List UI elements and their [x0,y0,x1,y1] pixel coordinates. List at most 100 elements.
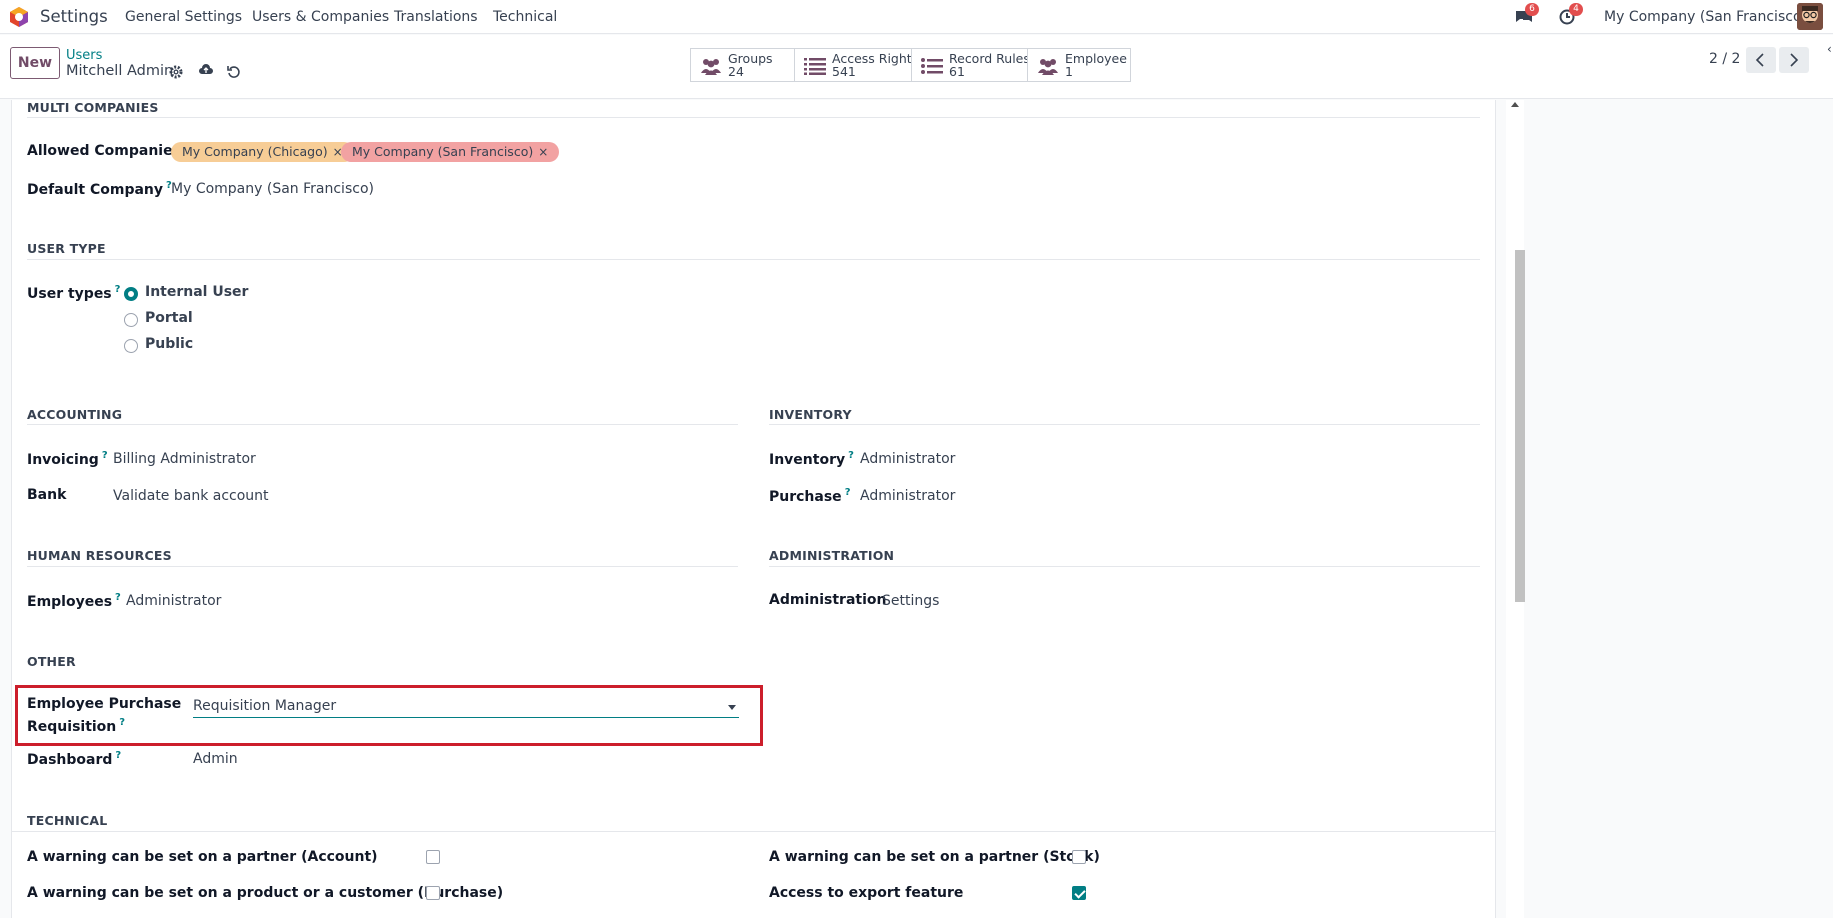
menu-general-settings[interactable]: General Settings [125,9,242,25]
employees-label: Employees? [27,592,121,610]
app-name[interactable]: Settings [40,7,108,26]
activities-badge: 4 [1569,3,1583,16]
administration-label: Administration [769,592,887,608]
help-tooltip-icon[interactable]: ? [845,487,851,498]
section-title-technical: TECHNICAL [27,813,108,828]
messages-badge: 6 [1525,3,1539,16]
help-tooltip-icon[interactable]: ? [115,592,121,603]
caret-down-icon[interactable] [728,705,736,710]
employee-label: Employee [1065,51,1127,66]
section-title-multi-companies: MULTI COMPANIES [27,100,159,115]
section-divider [769,424,1480,425]
company-tag-san-francisco[interactable]: My Company (San Francisco) × [341,142,560,162]
menu-users-companies[interactable]: Users & Companies [252,9,389,25]
smart-button-groups[interactable]: Groups 24 [690,48,794,82]
discard-undo-icon[interactable] [226,64,242,80]
section-title-user-type: USER TYPE [27,241,106,256]
user-types-label: User types? [27,284,121,302]
pager-next-button[interactable] [1779,47,1809,73]
user-avatar[interactable] [1797,3,1823,30]
groups-count: 24 [728,64,744,79]
form-sheet [11,100,1496,918]
radio-button[interactable] [124,313,138,327]
employee-count: 1 [1065,64,1073,79]
employees-value[interactable]: Administrator [126,593,221,609]
section-title-inventory: INVENTORY [769,407,852,422]
help-tooltip-icon[interactable]: ? [102,450,108,461]
purchase-value[interactable]: Administrator [860,488,955,504]
new-button[interactable]: New [10,47,60,79]
menu-technical[interactable]: Technical [493,9,557,25]
warn-account-checkbox[interactable] [426,850,440,864]
record-rules-count: 61 [949,64,965,79]
select-value: Requisition Manager [193,698,337,714]
warn-purchase-checkbox[interactable] [426,886,440,900]
help-tooltip-icon[interactable]: ? [848,450,854,461]
remove-tag-icon[interactable]: × [538,145,548,159]
radio-button-checked[interactable] [124,287,138,301]
list-icon [804,58,826,75]
section-divider [12,831,1496,832]
section-title-accounting: ACCOUNTING [27,407,123,422]
section-divider [27,566,738,567]
chevron-right-icon [1790,53,1799,67]
dashboard-value[interactable]: Admin [193,751,238,767]
invoicing-label: Invoicing? [27,450,108,468]
breadcrumb-users[interactable]: Users [66,48,102,63]
inventory-label: Inventory? [769,450,854,468]
export-access-checkbox[interactable] [1072,886,1086,900]
section-divider [27,259,1480,260]
smart-button-employee[interactable]: Employee 1 [1027,48,1131,82]
menu-translations[interactable]: Translations [394,9,478,25]
chatter-pane [1525,100,1833,918]
section-title-administration: ADMINISTRATION [769,548,895,563]
access-rights-count: 541 [832,64,856,79]
inventory-value[interactable]: Administrator [860,451,955,467]
help-tooltip-icon[interactable]: ? [115,284,121,295]
invoicing-value[interactable]: Billing Administrator [113,451,256,467]
warn-account-label: A warning can be set on a partner (Accou… [27,849,378,865]
export-access-label: Access to export feature [769,885,964,901]
section-title-human-resources: HUMAN RESOURCES [27,548,172,563]
employee-purchase-requisition-label-line1: Employee Purchase [27,696,182,712]
messages-icon[interactable]: 6 [1514,3,1539,27]
employee-purchase-requisition-label-line2: Requisition? [27,717,126,735]
help-tooltip-icon[interactable]: ? [115,750,121,761]
section-title-other: OTHER [27,654,76,669]
company-switcher[interactable]: My Company (San Francisco) [1604,9,1807,25]
purchase-label: Purchase? [769,487,851,505]
dashboard-label: Dashboard? [27,750,122,768]
scroll-up-arrow-icon[interactable] [1511,101,1519,107]
gear-icon[interactable] [168,64,184,80]
top-navbar: Settings General Settings Users & Compan… [0,0,1833,34]
warn-stock-label: A warning can be set on a partner (Stock… [769,849,1100,865]
pager-previous-button[interactable] [1746,47,1776,73]
section-divider [27,117,1480,118]
overflow-marker: ‹ [1827,42,1832,56]
activities-clock-icon[interactable]: 4 [1558,3,1583,27]
smart-button-access-rights[interactable]: Access Rights 541 [794,48,918,82]
chevron-left-icon [1755,53,1764,67]
administration-value[interactable]: Settings [882,593,939,609]
section-divider [769,566,1480,567]
control-panel: New Users Mitchell Admin Groups 24 Acces… [0,35,1833,99]
users-group-icon [701,59,721,75]
help-tooltip-icon[interactable]: ? [119,717,125,728]
pager-value[interactable]: 2 / 2 [1709,51,1740,67]
company-tag-chicago[interactable]: My Company (Chicago) × [171,142,354,162]
default-company-value[interactable]: My Company (San Francisco) [171,181,374,197]
default-company-label: Default Company? [27,180,172,198]
employee-purchase-requisition-select[interactable]: Requisition Manager [193,698,739,718]
warn-stock-checkbox[interactable] [1072,850,1086,864]
bank-value[interactable]: Validate bank account [113,488,269,504]
users-group-icon [1038,59,1058,75]
breadcrumb-current-record: Mitchell Admin [66,63,174,79]
bank-label: Bank [27,487,67,503]
smart-button-record-rules[interactable]: Record Rules 61 [911,48,1030,82]
section-divider [27,424,738,425]
radio-button[interactable] [124,339,138,353]
allowed-companies-label: Allowed Companies [27,143,181,159]
app-logo-icon[interactable] [8,6,30,28]
bulleted-list-icon [921,58,943,74]
save-cloud-icon[interactable] [198,62,214,78]
